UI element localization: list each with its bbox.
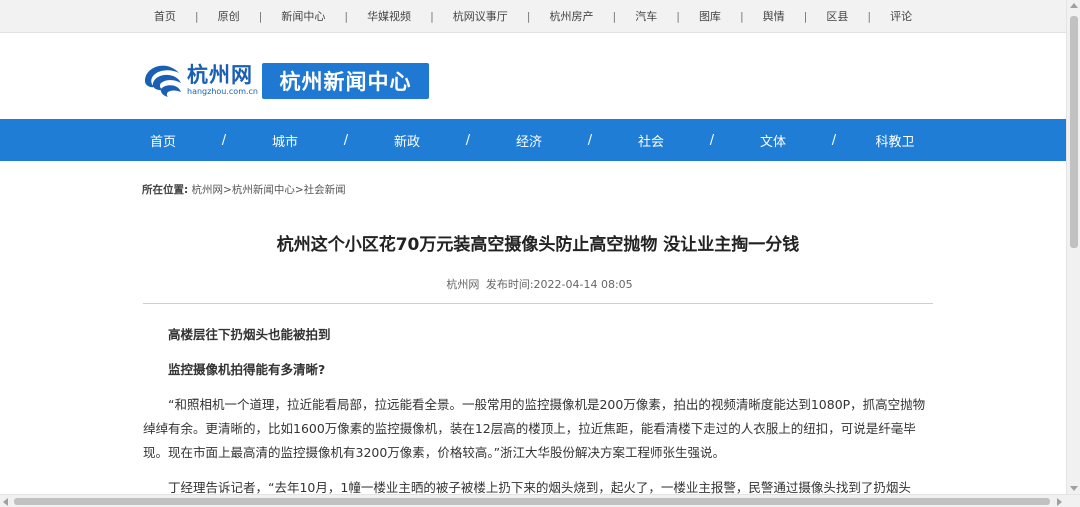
nav-separator: / (465, 132, 471, 148)
article-source: 杭州网 (446, 278, 480, 291)
nav-separator: / (221, 132, 227, 148)
main-nav: 首页 / 城市 / 新政 / 经济 / 社会 / 文体 / 科教卫 (0, 119, 1066, 161)
toplink-original[interactable]: 原创 (218, 8, 240, 24)
nav-item-city[interactable]: 城市 (264, 131, 306, 150)
article-body: 高楼层往下扔烟头也能被拍到 监控摄像机拍得能有多清晰? “和照相机一个道理，拉近… (143, 323, 935, 507)
toplink-separator: | (612, 9, 617, 23)
nav-separator: / (587, 132, 593, 148)
article-title: 杭州这个小区花70万元装高空摄像头防止高空抛物 没让业主掏一分钱 (276, 235, 800, 255)
swirl-logo-icon (145, 65, 181, 97)
toplink-comment[interactable]: 评论 (890, 8, 912, 24)
breadcrumb: 所在位置: 杭州网>杭州新闻中心>社会新闻 (142, 182, 346, 197)
toplink-realestate[interactable]: 杭州房产 (550, 8, 594, 24)
publish-time: 2022-04-14 08:05 (533, 278, 633, 291)
toplink-separator: | (194, 9, 199, 23)
article-meta: 杭州网 发布时间:2022-04-14 08:05 (0, 276, 1076, 292)
top-link-bar: 首页 | 原创 | 新闻中心 | 华媒视频 | 杭网议事厅 | 杭州房产 | 汽… (0, 0, 1066, 33)
article-subheading: 监控摄像机拍得能有多清晰? (168, 362, 326, 377)
vertical-scroll-thumb[interactable] (1070, 16, 1078, 248)
toplink-auto[interactable]: 汽车 (635, 8, 657, 24)
toplink-forum[interactable]: 杭网议事厅 (453, 8, 508, 24)
toplink-separator: | (867, 9, 872, 23)
main-nav-list: 首页 / 城市 / 新政 / 经济 / 社会 / 文体 / 科教卫 (142, 131, 916, 150)
nav-item-policy[interactable]: 新政 (386, 131, 428, 150)
section-title-badge[interactable]: 杭州新闻中心 (262, 63, 429, 99)
site-header: 杭州网 hangzhou.com.cn 杭州新闻中心 (0, 33, 1066, 119)
vertical-scrollbar[interactable] (1066, 0, 1080, 494)
nav-item-culture-sports[interactable]: 文体 (752, 131, 794, 150)
toplink-separator: | (739, 9, 744, 23)
scroll-right-arrow-icon[interactable] (1057, 498, 1062, 506)
publish-time-label: 发布时间: (485, 278, 534, 291)
nav-separator: / (709, 132, 715, 148)
nav-item-economy[interactable]: 经济 (508, 131, 550, 150)
nav-item-home[interactable]: 首页 (142, 131, 184, 150)
toplink-separator: | (676, 9, 680, 23)
toplink-gallery[interactable]: 图库 (699, 8, 721, 24)
toplink-separator: | (258, 9, 263, 23)
breadcrumb-label: 所在位置: (142, 184, 189, 196)
nav-item-society[interactable]: 社会 (630, 131, 672, 150)
scroll-down-arrow-icon[interactable] (1070, 486, 1078, 491)
toplink-separator: | (344, 9, 349, 23)
nav-separator: / (343, 132, 349, 148)
toplink-home[interactable]: 首页 (154, 8, 176, 24)
horizontal-scroll-thumb[interactable] (14, 498, 1050, 505)
scroll-left-arrow-icon[interactable] (3, 498, 8, 506)
toplink-separator: | (526, 9, 531, 23)
toplink-news-center[interactable]: 新闻中心 (281, 8, 325, 24)
title-divider (143, 303, 933, 304)
toplink-video[interactable]: 华媒视频 (367, 8, 411, 24)
logo-domain: hangzhou.com.cn (187, 86, 258, 96)
article-subheading: 高楼层往下扔烟头也能被拍到 (168, 327, 331, 342)
horizontal-scrollbar[interactable] (0, 494, 1080, 507)
scroll-up-arrow-icon[interactable] (1070, 3, 1078, 8)
article-paragraph: “和照相机一个道理，拉近能看局部，拉远能看全景。一般常用的监控摄像机是200万像… (143, 397, 926, 460)
site-logo[interactable]: 杭州网 hangzhou.com.cn (141, 61, 258, 99)
logo-chinese-name: 杭州网 (187, 62, 253, 87)
toplink-separator: | (803, 9, 808, 23)
top-link-list: 首页 | 原创 | 新闻中心 | 华媒视频 | 杭网议事厅 | 杭州房产 | 汽… (154, 8, 912, 24)
nav-separator: / (831, 132, 837, 148)
toplink-districts[interactable]: 区县 (826, 8, 848, 24)
logo-wordmark: 杭州网 hangzhou.com.cn (187, 64, 258, 97)
toplink-separator: | (430, 9, 434, 23)
breadcrumb-path[interactable]: 杭州网>杭州新闻中心>社会新闻 (192, 184, 346, 196)
nav-item-science-education-health[interactable]: 科教卫 (874, 131, 916, 150)
toplink-opinion[interactable]: 舆情 (763, 8, 785, 24)
